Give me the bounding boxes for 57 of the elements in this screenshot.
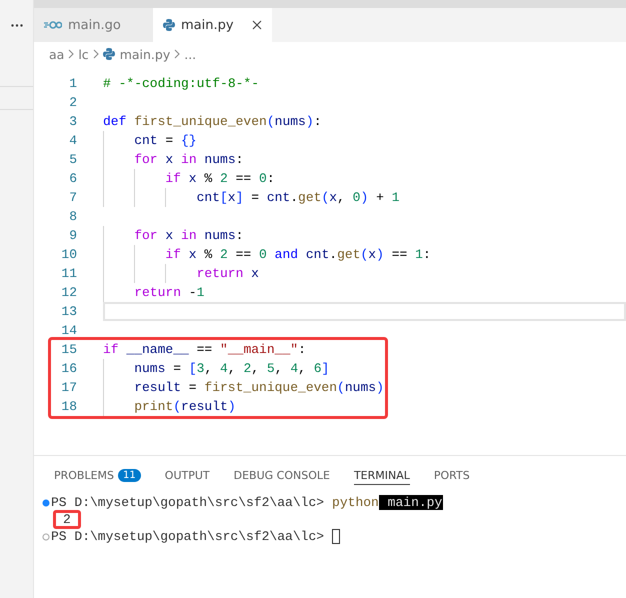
editor-tab[interactable]: main.go	[34, 8, 153, 42]
breadcrumb-item[interactable]: aa	[49, 46, 64, 62]
python-icon	[102, 48, 115, 60]
line-number: 7	[68, 189, 77, 207]
code-line: for x in nums:	[103, 226, 626, 245]
terminal-command: python	[332, 495, 379, 510]
chevron-icon	[174, 49, 180, 59]
code-line: nums = [3, 4, 2, 5, 4, 6]	[103, 359, 385, 378]
line-number: 17	[60, 379, 77, 397]
code-line: print(result)	[103, 397, 385, 416]
code-line: if x % 2 == 0:	[103, 169, 626, 188]
code-line: return x	[103, 264, 626, 283]
terminal-argument: main.py	[378, 495, 444, 510]
terminal-prompt: PS D:\mysetup\gopath\src\sf2\aa\lc>	[51, 495, 324, 510]
code-line: # -*-coding:utf-8-*-	[103, 75, 260, 93]
line-number: 12	[60, 284, 77, 302]
line-number: 4	[68, 132, 77, 150]
more-icon[interactable]	[10, 24, 22, 26]
line-number: 16	[60, 360, 77, 378]
code-line: if __name__ == "__main__":	[103, 341, 307, 359]
panel-tab[interactable]: OUTPUT	[164, 466, 210, 485]
breadcrumb-item[interactable]: ...	[184, 46, 196, 62]
terminal-prompt: PS D:\mysetup\gopath\src\sf2\aa\lc>	[51, 529, 324, 544]
line-number: 14	[60, 322, 77, 340]
python-icon	[163, 19, 175, 31]
code-line: if x % 2 == 0 and cnt.get(x) == 1:	[103, 245, 626, 264]
chevron-icon	[92, 49, 99, 59]
line-number: 9	[68, 227, 77, 245]
terminal-output: 2	[53, 510, 81, 529]
line-number: 2	[68, 94, 77, 112]
panel-tab[interactable]: PROBLEMS 11	[54, 466, 141, 485]
breadcrumb-item[interactable]: main.py	[102, 46, 170, 62]
code-line: def first_unique_even(nums):	[103, 113, 322, 131]
panel-tab[interactable]: DEBUG CONSOLE	[234, 466, 330, 485]
line-number: 8	[68, 208, 77, 226]
editor-tab[interactable]: main.py	[153, 8, 272, 42]
line-number: 15	[60, 341, 77, 359]
line-number: 6	[68, 170, 77, 188]
chevron-icon	[68, 49, 74, 59]
line-number: 10	[60, 246, 77, 264]
panel-tab[interactable]: TERMINAL	[354, 466, 410, 485]
line-number: 5	[68, 151, 77, 169]
line-number: 1	[68, 75, 77, 93]
line-number: 18	[60, 398, 77, 416]
code-line: cnt = {}	[103, 131, 626, 150]
line-number: 3	[68, 113, 77, 131]
code-line: result = first_unique_even(nums)	[103, 378, 385, 397]
code-line: return -1	[103, 283, 626, 302]
close-icon[interactable]	[252, 20, 262, 30]
count-badge: 11	[118, 468, 141, 482]
panel-tab[interactable]: PORTS	[434, 466, 470, 485]
line-number: 13	[60, 303, 77, 321]
code-line: for x in nums:	[103, 150, 626, 169]
line-number: 11	[60, 265, 77, 283]
code-line: cnt[x] = cnt.get(x, 0) + 1	[103, 188, 626, 207]
breadcrumb-item[interactable]: lc	[78, 46, 89, 62]
go-icon	[44, 21, 62, 29]
